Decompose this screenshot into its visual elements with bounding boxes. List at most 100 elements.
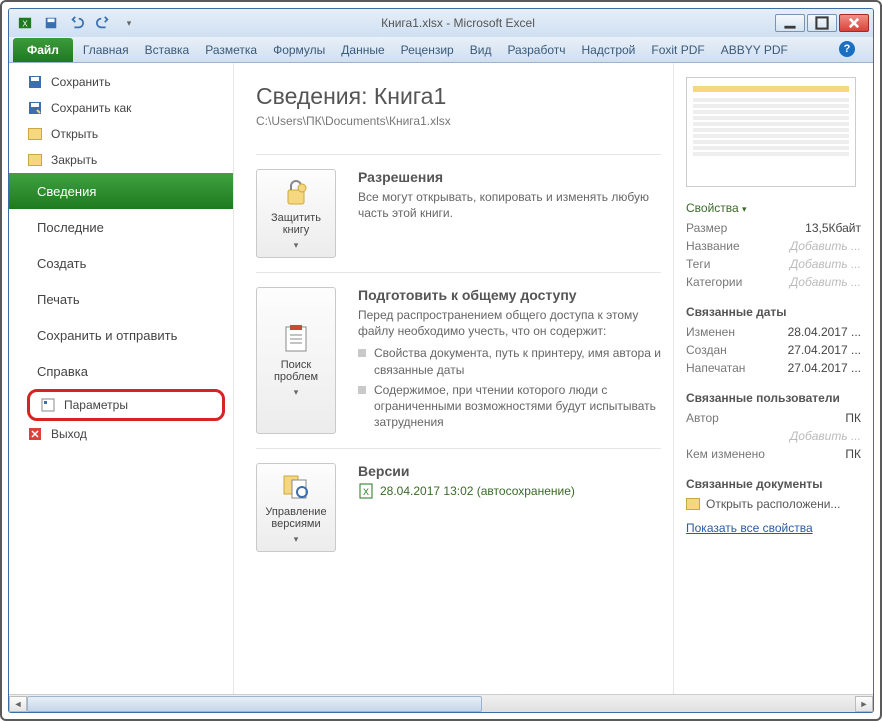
sidebar-label: Открыть <box>51 127 98 141</box>
titlebar: X ▾ Книга1.xlsx - Microsoft Excel <box>9 9 873 37</box>
related-dates-header: Связанные даты <box>686 305 861 319</box>
sidebar-label: Сохранить и отправить <box>37 328 177 343</box>
qat-dropdown-icon[interactable]: ▾ <box>117 13 141 33</box>
sidebar-exit[interactable]: Выход <box>9 421 233 447</box>
list-item: Содержимое, при чтении которого люди с о… <box>358 382 661 431</box>
folder-icon <box>686 498 700 510</box>
manage-versions-button[interactable]: Управление версиями ▾ <box>256 463 336 552</box>
prop-row: Изменен28.04.2017 ... <box>686 323 861 341</box>
close-button[interactable] <box>839 14 869 32</box>
chevron-down-icon: ▾ <box>294 534 299 545</box>
document-thumbnail[interactable] <box>686 77 856 187</box>
prop-row: Размер13,5Кбайт <box>686 219 861 237</box>
sidebar-label: Справка <box>37 364 88 379</box>
excel-file-icon: X <box>358 483 374 499</box>
sidebar-save[interactable]: Сохранить <box>9 69 233 95</box>
sidebar-page-recent[interactable]: Последние <box>9 209 233 245</box>
prepare-title: Подготовить к общему доступу <box>358 287 661 303</box>
tab-file[interactable]: Файл <box>13 38 73 62</box>
tab-review[interactable]: Рецензир <box>393 39 462 62</box>
lock-icon <box>280 176 312 208</box>
tab-data[interactable]: Данные <box>333 39 392 62</box>
undo-icon[interactable] <box>65 13 89 33</box>
prop-row[interactable]: НазваниеДобавить ... <box>686 237 861 255</box>
window-title: Книга1.xlsx - Microsoft Excel <box>141 16 775 30</box>
sidebar-label: Печать <box>37 292 80 307</box>
sidebar-label: Закрыть <box>51 153 97 167</box>
permissions-text: Все могут открывать, копировать и изменя… <box>358 189 661 221</box>
prop-row[interactable]: Добавить ... <box>686 427 861 445</box>
button-label: Управление версиями <box>259 506 333 530</box>
tab-insert[interactable]: Вставка <box>137 39 198 62</box>
info-panel: Сведения: Книга1 C:\Users\ПК\Documents\К… <box>234 63 673 694</box>
bullet-icon <box>358 349 366 357</box>
tab-home[interactable]: Главная <box>75 39 137 62</box>
sidebar-page-info[interactable]: Сведения <box>9 173 233 209</box>
horizontal-scrollbar[interactable]: ◄ ► <box>9 694 873 712</box>
prop-row[interactable]: ТегиДобавить ... <box>686 255 861 273</box>
tab-addins[interactable]: Надстрой <box>573 39 643 62</box>
properties-panel: Свойства ▾ Размер13,5Кбайт НазваниеДобав… <box>673 63 873 694</box>
tab-view[interactable]: Вид <box>462 39 500 62</box>
sidebar-label: Сохранить <box>51 75 111 89</box>
help-button[interactable]: ? <box>831 37 863 62</box>
redo-icon[interactable] <box>91 13 115 33</box>
scroll-track[interactable] <box>27 696 855 712</box>
tab-layout[interactable]: Разметка <box>197 39 265 62</box>
chevron-down-icon: ▾ <box>742 204 747 214</box>
file-path: C:\Users\ПК\Documents\Книга1.xlsx <box>256 114 661 128</box>
save-as-icon <box>27 100 43 116</box>
prop-row: Напечатан27.04.2017 ... <box>686 359 861 377</box>
check-issues-button[interactable]: Поиск проблем▾ <box>256 287 336 434</box>
sidebar-label: Последние <box>37 220 104 235</box>
tab-abbyy[interactable]: ABBYY PDF <box>713 39 796 62</box>
options-icon <box>40 397 56 413</box>
show-all-properties[interactable]: Показать все свойства <box>686 521 861 535</box>
version-item[interactable]: X 28.04.2017 13:02 (автосохранение) <box>358 483 661 499</box>
sidebar-page-help[interactable]: Справка <box>9 353 233 389</box>
tab-foxit[interactable]: Foxit PDF <box>643 39 712 62</box>
scroll-right-button[interactable]: ► <box>855 696 873 712</box>
list-item: Свойства документа, путь к принтеру, имя… <box>358 345 661 377</box>
sidebar-options[interactable]: Параметры <box>30 392 222 418</box>
prepare-text: Перед распространением общего доступа к … <box>358 307 661 339</box>
sidebar-save-as[interactable]: Сохранить как <box>9 95 233 121</box>
scroll-left-button[interactable]: ◄ <box>9 696 27 712</box>
prop-row: АвторПК <box>686 409 861 427</box>
button-label: Поиск проблем <box>259 359 333 383</box>
sidebar-close-file[interactable]: Закрыть <box>9 147 233 173</box>
bullet-icon <box>358 386 366 394</box>
excel-icon: X <box>13 13 37 33</box>
sidebar-open[interactable]: Открыть <box>9 121 233 147</box>
svg-text:X: X <box>363 487 369 497</box>
tab-developer[interactable]: Разработч <box>499 39 573 62</box>
sidebar-label: Параметры <box>64 398 128 412</box>
checklist-icon <box>280 323 312 355</box>
sidebar-page-print[interactable]: Печать <box>9 281 233 317</box>
info-heading: Сведения: Книга1 <box>256 83 661 110</box>
sidebar-label: Сведения <box>37 184 96 199</box>
tab-formulas[interactable]: Формулы <box>265 39 333 62</box>
versions-icon <box>280 470 312 502</box>
chevron-down-icon: ▾ <box>294 240 299 251</box>
help-icon: ? <box>839 41 855 57</box>
prop-row: Кем измененоПК <box>686 445 861 463</box>
sidebar-label: Сохранить как <box>51 101 131 115</box>
permissions-title: Разрешения <box>358 169 661 185</box>
sidebar-page-new[interactable]: Создать <box>9 245 233 281</box>
svg-text:X: X <box>22 20 28 29</box>
minimize-button[interactable] <box>775 14 805 32</box>
related-docs-header: Связанные документы <box>686 477 861 491</box>
scroll-thumb[interactable] <box>27 696 482 712</box>
maximize-button[interactable] <box>807 14 837 32</box>
prop-row: Создан27.04.2017 ... <box>686 341 861 359</box>
highlight-annotation: Параметры <box>27 389 225 421</box>
ribbon-tabs: Файл Главная Вставка Разметка Формулы Да… <box>9 37 873 63</box>
backstage-sidebar: Сохранить Сохранить как Открыть Закрыть … <box>9 63 234 694</box>
open-file-location[interactable]: Открыть расположени... <box>686 497 861 511</box>
save-icon[interactable] <box>39 13 63 33</box>
prop-row[interactable]: КатегорииДобавить ... <box>686 273 861 291</box>
sidebar-page-share[interactable]: Сохранить и отправить <box>9 317 233 353</box>
properties-dropdown[interactable]: Свойства ▾ <box>686 201 861 215</box>
protect-workbook-button[interactable]: Защитить книгу▾ <box>256 169 336 258</box>
